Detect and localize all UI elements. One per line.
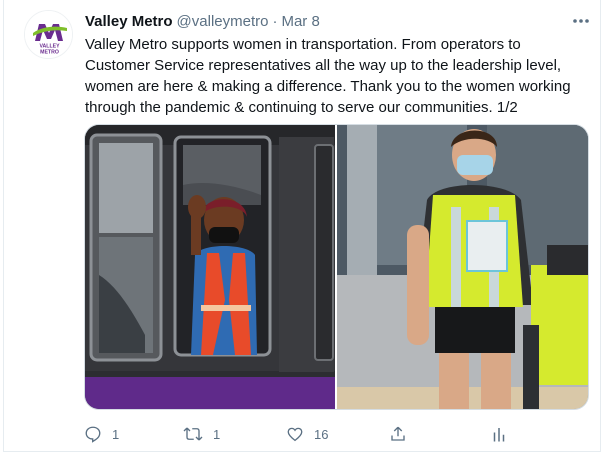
like-button[interactable]: 16 (286, 424, 328, 444)
tweet-card[interactable]: VALLEY METRO Valley Metro @valleymetro ·… (3, 0, 601, 452)
media-grid (84, 124, 589, 410)
tweet-text: Valley Metro supports women in transport… (85, 36, 571, 116)
tweet-date[interactable]: Mar 8 (281, 13, 319, 30)
reply-count: 1 (112, 426, 120, 442)
avatar[interactable]: VALLEY METRO (24, 10, 73, 59)
reply-icon (85, 426, 101, 443)
retweet-button[interactable]: 1 (183, 424, 220, 444)
like-icon (287, 427, 303, 442)
retweet-icon (183, 427, 203, 441)
like-count: 16 (314, 426, 329, 442)
share-button[interactable] (389, 424, 407, 444)
separator-dot: · (272, 12, 278, 30)
author-handle[interactable]: @valleymetro (177, 13, 269, 30)
analytics-button[interactable] (491, 424, 507, 444)
share-icon (391, 426, 405, 441)
analytics-icon (493, 428, 505, 442)
reply-button[interactable]: 1 (84, 424, 119, 444)
light-rail-staff-photo[interactable] (337, 125, 588, 409)
tweet-actions: 1 1 16 (84, 424, 524, 444)
tweet-header: Valley Metro @valleymetro · Mar 8 (85, 11, 320, 31)
svg-text:METRO: METRO (40, 50, 59, 56)
more-icon[interactable] (570, 14, 592, 28)
bus-operator-photo[interactable] (85, 125, 335, 409)
valley-metro-logo: VALLEY METRO (25, 11, 72, 58)
author-name[interactable]: Valley Metro (85, 13, 173, 30)
retweet-count: 1 (213, 426, 221, 442)
